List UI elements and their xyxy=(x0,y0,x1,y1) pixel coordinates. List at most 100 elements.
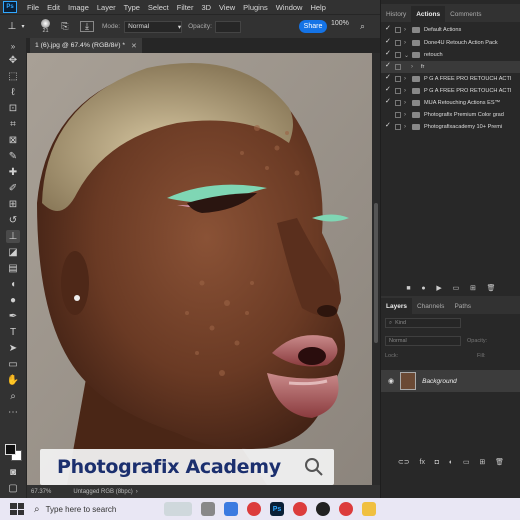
brush-settings-icon[interactable]: ⎘ xyxy=(58,19,72,35)
more-tools-icon[interactable]: ⋯ xyxy=(6,406,20,419)
play-icon[interactable]: ▶ xyxy=(436,284,441,292)
pen-tool-icon[interactable]: ✒ xyxy=(6,310,20,323)
fx-icon[interactable]: fx xyxy=(420,459,425,466)
eraser-tool-icon[interactable]: ◪ xyxy=(6,246,20,259)
check-icon[interactable] xyxy=(385,49,391,58)
taskbar-search[interactable]: ⌕ Type here to search xyxy=(34,501,144,517)
stamp-tool-icon[interactable]: ⊥ xyxy=(5,19,19,35)
dialog-toggle[interactable] xyxy=(395,88,401,94)
screen-mode-icon[interactable]: ▢ xyxy=(6,482,20,495)
tab-history[interactable]: History xyxy=(381,6,411,22)
dialog-toggle[interactable] xyxy=(395,76,401,82)
check-icon[interactable] xyxy=(385,73,391,82)
action-set-row[interactable]: ⌄ retouch xyxy=(381,49,520,61)
chevron-right-icon[interactable]: › xyxy=(404,27,410,33)
menu-file[interactable]: File xyxy=(27,3,39,12)
layer-filter-select[interactable]: ⌕ Kind xyxy=(385,318,461,328)
dodge-tool-icon[interactable]: ● xyxy=(6,294,20,307)
marquee-tool-icon[interactable]: ⬚ xyxy=(6,70,20,83)
check-icon[interactable] xyxy=(385,61,391,70)
menu-type[interactable]: Type xyxy=(124,3,140,12)
search-icon[interactable]: ⌕ xyxy=(360,21,365,32)
menu-image[interactable]: Image xyxy=(68,3,89,12)
tab-channels[interactable]: Channels xyxy=(412,298,449,314)
dialog-toggle[interactable] xyxy=(395,40,401,46)
chevron-right-icon[interactable]: › xyxy=(404,40,410,46)
menu-help[interactable]: Help xyxy=(310,3,325,12)
check-icon[interactable] xyxy=(385,85,391,94)
adjustment-icon[interactable]: ◐ xyxy=(449,459,453,466)
task-view-icon[interactable] xyxy=(201,502,215,516)
brush-preset-picker[interactable]: 21 xyxy=(41,19,50,34)
lasso-tool-icon[interactable]: ℓ xyxy=(6,86,20,99)
healing-brush-tool-icon[interactable]: ✚ xyxy=(6,166,20,179)
menu-3d[interactable]: 3D xyxy=(201,3,211,12)
opacity-field[interactable] xyxy=(214,20,241,33)
stop-icon[interactable]: ■ xyxy=(406,285,410,292)
move-tool-icon[interactable]: ✥ xyxy=(6,54,20,67)
tab-actions[interactable]: Actions xyxy=(411,6,446,22)
frame-tool-icon[interactable]: ⊠ xyxy=(6,134,20,147)
collapse-toolbar-icon[interactable]: » xyxy=(6,40,20,53)
trash-icon[interactable]: 🗑 xyxy=(495,458,504,466)
app-icon[interactable] xyxy=(316,502,330,516)
blur-tool-icon[interactable]: ◖ xyxy=(6,278,20,291)
dialog-toggle[interactable] xyxy=(395,27,401,33)
tool-preset-chevron-icon[interactable]: ▾ xyxy=(19,19,27,35)
folder-icon[interactable]: ▭ xyxy=(463,458,470,466)
menu-layer[interactable]: Layer xyxy=(97,3,116,12)
action-set-row[interactable]: › MUA Retouching Actions ES™ xyxy=(381,97,520,109)
action-row-selected[interactable]: › fr xyxy=(381,61,520,73)
edge-icon[interactable] xyxy=(224,502,238,516)
action-set-row[interactable]: › Photografix Premium Color grad xyxy=(381,109,520,121)
chevron-right-icon[interactable]: › xyxy=(404,76,410,82)
eyedropper-tool-icon[interactable]: ✎ xyxy=(6,150,20,163)
tab-paths[interactable]: Paths xyxy=(449,298,476,314)
type-tool-icon[interactable]: T xyxy=(6,326,20,339)
mode-select[interactable]: Normal ▾ xyxy=(124,20,183,33)
photoshop-icon[interactable]: Ps xyxy=(270,502,284,516)
chrome-icon[interactable] xyxy=(339,502,353,516)
menu-plugins[interactable]: Plugins xyxy=(243,3,268,12)
object-selection-tool-icon[interactable]: ⊡ xyxy=(6,102,20,115)
chevron-right-icon[interactable]: › xyxy=(411,64,417,70)
layer-row-background[interactable]: ◉ Background xyxy=(381,370,520,392)
tab-comments[interactable]: Comments xyxy=(445,6,486,22)
canvas-scrollbar[interactable] xyxy=(372,53,380,485)
action-set-row[interactable]: › Done4U Retouch Action Pack xyxy=(381,37,520,49)
dialog-toggle[interactable] xyxy=(395,100,401,106)
link-icon[interactable]: ⊂⊃ xyxy=(398,458,410,466)
chrome-icon[interactable] xyxy=(247,502,261,516)
rectangle-tool-icon[interactable]: ▭ xyxy=(6,358,20,371)
chevron-right-icon[interactable]: › xyxy=(404,112,410,118)
chevron-right-icon[interactable]: › xyxy=(404,124,410,130)
document-canvas[interactable]: Photografix Academy xyxy=(27,53,372,485)
menu-select[interactable]: Select xyxy=(148,3,169,12)
check-icon[interactable] xyxy=(385,97,391,106)
zoom-tool-icon[interactable]: ⌕ xyxy=(6,390,20,403)
share-button[interactable]: Share xyxy=(299,20,327,33)
document-tab[interactable]: 1 (6).jpg @ 67.4% (RGB/8#) * ✕ xyxy=(30,38,142,53)
history-brush-icon[interactable]: ↺ xyxy=(6,214,20,227)
action-set-row[interactable]: › Default Actions xyxy=(381,24,520,36)
trash-icon[interactable]: 🗑 xyxy=(487,284,496,292)
hand-tool-icon[interactable]: ✋ xyxy=(6,374,20,387)
gradient-tool-icon[interactable]: ▤ xyxy=(6,262,20,275)
action-set-row[interactable]: › P G A FREE PRO RETOUCH ACTI xyxy=(381,73,520,85)
foreground-color-swatch[interactable] xyxy=(5,444,16,455)
crop-tool-icon[interactable]: ⌗ xyxy=(6,118,20,131)
tab-layers[interactable]: Layers xyxy=(381,298,412,314)
scrollbar-thumb[interactable] xyxy=(374,203,378,343)
chevron-right-icon[interactable]: › xyxy=(404,88,410,94)
eye-icon[interactable]: ◉ xyxy=(388,377,394,385)
path-selection-tool-icon[interactable]: ➤ xyxy=(6,342,20,355)
weather-widget-icon[interactable] xyxy=(164,502,192,516)
pattern-stamp-icon[interactable]: ⊞ xyxy=(6,198,20,211)
photoshop-logo-icon[interactable]: Ps xyxy=(3,1,17,13)
menu-view[interactable]: View xyxy=(219,3,235,12)
zoom-field[interactable]: 100% xyxy=(331,20,349,27)
dialog-toggle[interactable] xyxy=(395,124,401,130)
folder-icon[interactable]: ▭ xyxy=(453,284,460,292)
clone-stamp-tool-icon[interactable]: ⊥ xyxy=(6,230,20,243)
chrome-icon[interactable] xyxy=(293,502,307,516)
